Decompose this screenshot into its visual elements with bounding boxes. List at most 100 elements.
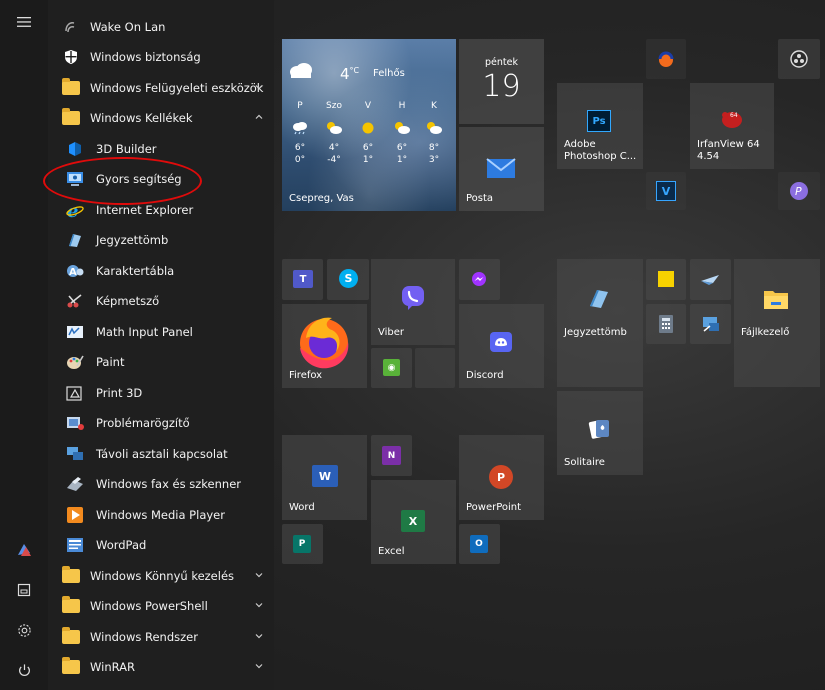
discord-icon — [490, 332, 512, 352]
app-item-windows-media-player[interactable]: Windows Media Player — [48, 500, 274, 530]
calculator-icon — [659, 315, 673, 333]
obs-tile[interactable] — [778, 39, 820, 79]
forecast-low: -4° — [327, 155, 341, 165]
app-item-paint[interactable]: Paint — [48, 347, 274, 377]
mail-tile[interactable]: Posta — [459, 127, 544, 211]
app-item-wordpad[interactable]: WordPad — [48, 530, 274, 560]
excel-tile[interactable]: X Excel — [371, 480, 456, 564]
powerpoint-tile[interactable]: P PowerPoint — [459, 435, 544, 520]
skype-tile[interactable]: S — [327, 259, 369, 300]
documents-icon[interactable] — [0, 570, 48, 610]
3d-builder-icon — [66, 140, 84, 158]
app-item-problemarogzito[interactable]: Problémarögzítő — [48, 408, 274, 438]
app-item-windows-felugyeleti-eszkozok[interactable]: Windows Felügyeleti eszközök — [48, 73, 274, 103]
app-item-windows-konnyu-kezeles[interactable]: Windows Könnyű kezelés — [48, 561, 274, 591]
chevron-down-icon[interactable] — [254, 570, 266, 582]
fax-scanner-icon — [66, 475, 84, 493]
app-item-windows-kellekek[interactable]: Windows Kellékek — [48, 103, 274, 133]
app-item-winrar[interactable]: WinRAR — [48, 652, 274, 682]
irfanview-label: IrfanView 64 4.54 — [697, 139, 760, 162]
app-item-windows-powershell[interactable]: Windows PowerShell — [48, 591, 274, 621]
excel-icon: X — [401, 510, 425, 532]
forecast-day: P — [297, 101, 303, 111]
rain-cloud-icon — [288, 121, 312, 138]
remote-desktop-icon — [703, 317, 719, 332]
app-item-label: Windows PowerShell — [90, 599, 208, 613]
shield-icon — [62, 48, 80, 66]
app-list: Wake On Lan Windows biztonság Windows Felü… — [48, 0, 274, 690]
solitaire-tile[interactable]: Solitaire — [557, 391, 643, 475]
svg-text:64: 64 — [730, 112, 738, 119]
chevron-down-icon[interactable] — [254, 661, 266, 673]
chevron-down-icon[interactable] — [254, 82, 266, 94]
partly-cloudy-icon — [422, 121, 446, 138]
viber-tile[interactable]: Viber — [371, 259, 455, 345]
partly-cloudy-icon — [390, 121, 414, 138]
user-avatar-icon[interactable] — [0, 530, 48, 570]
discord-tile[interactable]: Discord — [459, 304, 544, 388]
app-item-windows-rendszer[interactable]: Windows Rendszer — [48, 622, 274, 652]
calendar-tile[interactable]: péntek 19 — [459, 39, 544, 124]
app-item-label: Math Input Panel — [96, 325, 193, 339]
forecast-high: 6° — [362, 143, 374, 153]
notepad-tile[interactable]: Jegyzettömb — [557, 259, 643, 387]
app-item-wake-on-lan[interactable]: Wake On Lan — [48, 12, 274, 42]
app-item-jegyzettomb[interactable]: Jegyzettömb — [48, 225, 274, 255]
app-item-math-input-panel[interactable]: Math Input Panel — [48, 317, 274, 347]
audacity-tile[interactable] — [646, 39, 686, 79]
firefox-tile[interactable]: Firefox — [282, 304, 367, 388]
vegas-tile[interactable]: V — [646, 172, 686, 210]
app-item-label: Jegyzettömb — [96, 233, 169, 247]
obs-icon — [790, 50, 808, 68]
math-input-icon — [66, 323, 84, 341]
solitaire-icon — [588, 420, 609, 439]
cloud-icon — [290, 63, 312, 78]
photoshop-tile[interactable]: Ps Adobe Photoshop C... — [557, 83, 643, 169]
app-item-tavoli-asztali-kapcsolat[interactable]: Távoli asztali kapcsolat — [48, 439, 274, 469]
sticky-notes-tile[interactable] — [646, 259, 686, 300]
firefox-icon — [300, 317, 349, 369]
messenger-tile[interactable] — [459, 259, 500, 300]
file-explorer-tile[interactable]: Fájlkezelő — [734, 259, 820, 387]
app-item-karaktertabla[interactable]: A Karaktertábla — [48, 256, 274, 286]
calendar-day: péntek — [485, 57, 518, 68]
app-item-label: Wake On Lan — [90, 20, 166, 34]
weather-tile[interactable]: 4°C Felhős P 6° 0° Szo 4° -4° V 6° 1° H 6° 1° K 8° 3° … — [282, 39, 456, 211]
forecast-day: V — [364, 101, 372, 111]
pricing-tile[interactable]: P — [778, 172, 820, 210]
app-item-label: 3D Builder — [96, 142, 157, 156]
print-3d-icon — [66, 384, 84, 402]
power-icon[interactable] — [0, 650, 48, 690]
chevron-down-icon[interactable] — [254, 631, 266, 643]
outlook-tile[interactable]: O — [459, 524, 500, 564]
messenger-icon — [472, 272, 486, 286]
onenote-tile[interactable]: N — [371, 435, 412, 476]
paint-icon — [66, 353, 84, 371]
empty-tile[interactable] — [415, 348, 455, 388]
app-item-windows-fax-es-szkenner[interactable]: Windows fax és szkenner — [48, 469, 274, 499]
chevron-up-icon[interactable] — [254, 112, 266, 124]
hamburger-menu-icon[interactable] — [0, 2, 48, 42]
powerpoint-label: PowerPoint — [466, 502, 522, 513]
calculator-tile[interactable] — [646, 304, 686, 344]
snipping-tool-icon — [66, 292, 84, 310]
word-tile[interactable]: W Word — [282, 435, 367, 520]
chevron-down-icon[interactable] — [254, 600, 266, 612]
paint-3d-tile[interactable] — [690, 259, 731, 300]
forecast-low: 1° — [362, 155, 374, 165]
remote-desktop-tile[interactable] — [690, 304, 731, 344]
outlook-icon: O — [470, 535, 488, 553]
discord-label: Discord — [466, 370, 504, 381]
app-item-kepmetszo[interactable]: Képmetsző — [48, 286, 274, 316]
android-icon: ◉ — [383, 359, 400, 376]
app-item-label: Paint — [96, 355, 125, 369]
media-player-icon — [66, 506, 84, 524]
settings-gear-icon[interactable] — [0, 610, 48, 650]
app-item-windows-biztonsag[interactable]: Windows biztonság — [48, 42, 274, 72]
teams-tile[interactable]: T — [282, 259, 323, 300]
android-app-tile[interactable]: ◉ — [371, 348, 412, 388]
publisher-icon: P — [293, 535, 311, 553]
app-item-print-3d[interactable]: Print 3D — [48, 378, 274, 408]
publisher-tile[interactable]: P — [282, 524, 323, 564]
irfanview-tile[interactable]: 64 IrfanView 64 4.54 — [690, 83, 774, 169]
